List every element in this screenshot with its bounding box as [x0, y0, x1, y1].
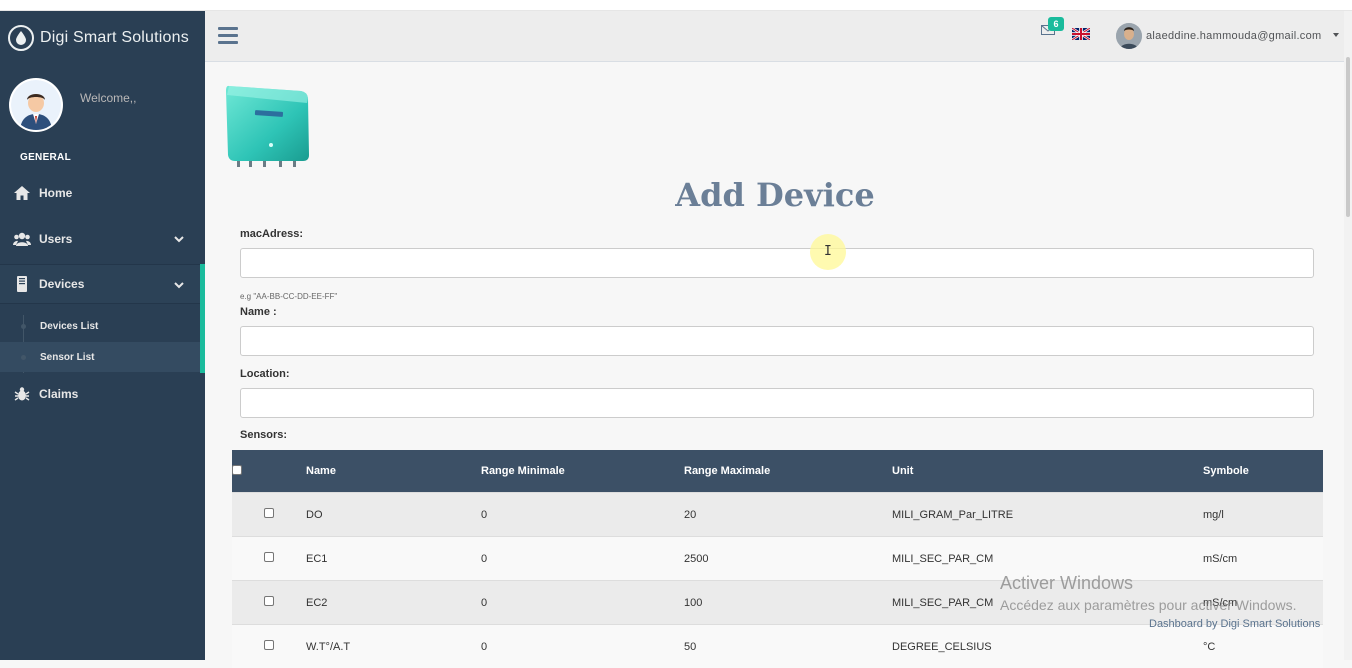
scrollbar[interactable]: [1344, 11, 1352, 660]
mac-address-input[interactable]: [240, 248, 1314, 278]
brand[interactable]: Digi Smart Solutions: [8, 23, 189, 53]
notification-badge: 6: [1048, 17, 1064, 31]
cell-symbol: mg/l: [1203, 493, 1323, 537]
top-navbar: 6 alaeddine.hammouda@gmail.com: [205, 11, 1352, 62]
home-icon: [13, 184, 31, 202]
sidebar-item-home[interactable]: Home: [0, 173, 205, 213]
sidebar-item-users[interactable]: Users: [0, 219, 205, 259]
windows-activation-title: Activer Windows: [1000, 573, 1133, 594]
row-checkbox[interactable]: [264, 640, 274, 650]
cell-name: W.T°/A.T: [306, 625, 481, 668]
mac-address-hint: e.g "AA-BB-CC-DD-EE-FF": [240, 292, 337, 301]
chevron-down-icon: [173, 279, 185, 291]
devices-icon: [13, 275, 31, 293]
table-row: EC1 0 2500 MILI_SEC_PAR_CM mS/cm: [232, 537, 1323, 581]
device-image: [223, 83, 313, 169]
windows-activation-text: Accédez aux paramètres pour activer Wind…: [1000, 597, 1296, 613]
section-heading: GENERAL: [20, 152, 71, 163]
cell-range-min: 0: [481, 581, 684, 625]
name-input[interactable]: [240, 326, 1314, 356]
name-label: Name :: [240, 306, 277, 318]
sidebar-item-label: Home: [39, 186, 72, 200]
cell-unit: DEGREE_CELSIUS: [892, 625, 1203, 668]
sidebar-subitem-label: Sensor List: [40, 352, 94, 363]
page-title: Add Device: [205, 176, 1345, 214]
text-cursor-icon: I: [824, 244, 832, 259]
sidebar-item-claims[interactable]: Claims: [0, 374, 205, 414]
sidebar: Digi Smart Solutions Welcome,, GENERAL H…: [0, 11, 205, 660]
sidebar-subitem-label: Devices List: [40, 321, 98, 332]
sidebar-item-devices[interactable]: Devices: [0, 264, 205, 304]
table-row: W.T°/A.T 0 50 DEGREE_CELSIUS °C: [232, 625, 1323, 668]
column-header-name: Name: [306, 450, 481, 493]
users-icon: [13, 230, 31, 248]
cell-range-min: 0: [481, 537, 684, 581]
column-header-unit: Unit: [892, 450, 1203, 493]
cell-name: EC2: [306, 581, 481, 625]
location-input[interactable]: [240, 388, 1314, 418]
row-checkbox[interactable]: [264, 552, 274, 562]
table-header-row: Name Range Minimale Range Maximale Unit …: [232, 450, 1323, 493]
menu-toggle-icon[interactable]: [218, 27, 238, 45]
avatar: [11, 80, 61, 130]
sidebar-subitem-devices-list[interactable]: Devices List: [0, 311, 200, 341]
window-top-strip: [0, 0, 1352, 11]
column-header-range-min: Range Minimale: [481, 450, 684, 493]
bug-icon: [13, 385, 31, 403]
row-checkbox[interactable]: [264, 508, 274, 518]
user-email[interactable]: alaeddine.hammouda@gmail.com: [1146, 30, 1322, 42]
cell-name: EC1: [306, 537, 481, 581]
column-header-symbol: Symbole: [1203, 450, 1323, 493]
cell-name: DO: [306, 493, 481, 537]
cell-symbol: °C: [1203, 625, 1323, 668]
sensors-table: Name Range Minimale Range Maximale Unit …: [232, 450, 1323, 668]
row-checkbox[interactable]: [264, 596, 274, 606]
cell-symbol: mS/cm: [1203, 537, 1323, 581]
select-all-cell: [232, 450, 306, 493]
sidebar-item-label: Users: [39, 232, 72, 246]
location-label: Location:: [240, 368, 290, 380]
table-row: DO 0 20 MILI_GRAM_Par_LITRE mg/l: [232, 493, 1323, 537]
sidebar-subitem-sensor-list[interactable]: Sensor List: [0, 342, 200, 372]
user-avatar[interactable]: [1116, 23, 1142, 49]
active-indicator: [200, 264, 205, 373]
sensors-label: Sensors:: [240, 429, 287, 441]
cell-range-max: 2500: [684, 537, 892, 581]
cell-unit: MILI_GRAM_Par_LITRE: [892, 493, 1203, 537]
footer-credit: Dashboard by Digi Smart Solutions: [1149, 618, 1320, 630]
scrollbar-thumb[interactable]: [1346, 57, 1350, 217]
cell-range-min: 0: [481, 625, 684, 668]
bullet-icon: [21, 324, 26, 329]
cell-range-max: 100: [684, 581, 892, 625]
sidebar-item-label: Devices: [39, 277, 84, 291]
cell-range-min: 0: [481, 493, 684, 537]
cell-range-max: 50: [684, 625, 892, 668]
brand-title: Digi Smart Solutions: [40, 29, 189, 47]
mac-address-label: macAdress:: [240, 228, 303, 240]
cell-range-max: 20: [684, 493, 892, 537]
bullet-icon: [21, 355, 26, 360]
chevron-down-icon: [173, 233, 185, 245]
sidebar-item-label: Claims: [39, 387, 78, 401]
caret-down-icon[interactable]: [1333, 33, 1339, 37]
welcome-text: Welcome,,: [80, 91, 136, 105]
column-header-range-max: Range Maximale: [684, 450, 892, 493]
select-all-checkbox[interactable]: [232, 465, 242, 475]
uk-flag-icon[interactable]: [1072, 28, 1090, 40]
water-drop-icon: [8, 25, 34, 51]
